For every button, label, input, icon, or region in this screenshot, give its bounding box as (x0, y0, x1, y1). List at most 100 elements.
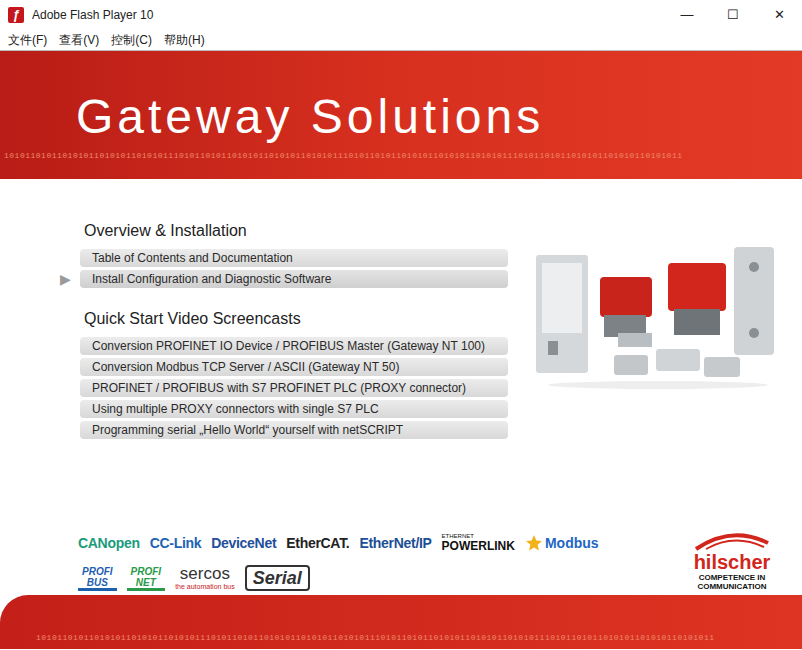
marker-slot (60, 379, 80, 397)
protocol-logo: EtherNet/IP (359, 533, 431, 553)
protocol-logo: CANopen (78, 533, 140, 553)
binary-strip: 1010110101101010110101011010101110101101… (0, 633, 802, 649)
menu-row: Using multiple PROXY connectors with sin… (60, 400, 508, 418)
menu-row: PROFINET / PROFIBUS with S7 PROFINET PLC… (60, 379, 508, 397)
logo-color: Modbus (525, 533, 599, 553)
window-controls: —☐✕ (664, 0, 802, 30)
menu-row: Conversion Modbus TCP Server / ASCII (Ga… (60, 358, 508, 376)
logo-color: CC-Link (150, 533, 202, 553)
logo-color: EtherCAT. (286, 533, 349, 553)
brand-name: hilscher (694, 551, 771, 573)
logo-text: CANopen (78, 533, 140, 553)
logo-row: CANopen CC-Link DeviceNet EtherCAT. EtherNet… (78, 533, 599, 553)
logo-text: PROFI (131, 566, 162, 577)
menu-row: Conversion PROFINET IO Device / PROFIBUS… (60, 337, 508, 355)
protocol-logo: EtherCAT. (286, 533, 349, 553)
logo-text: sercos (180, 565, 230, 583)
logo-text: NET (136, 577, 156, 588)
minimize-button[interactable]: — (664, 0, 710, 30)
window-title: Adobe Flash Player 10 (32, 6, 153, 24)
menu-item-button[interactable]: Conversion Modbus TCP Server / ASCII (Ga… (80, 358, 508, 376)
menu-item-button[interactable]: Programming serial „Hello World“ yoursel… (80, 421, 508, 439)
menu-bar: 文件(F)查看(V)控制(C)帮助(H) (0, 30, 802, 51)
footer-band: 1010110101101010110101011010101110101101… (0, 595, 802, 649)
protocol-logo: CC-Link (150, 533, 202, 553)
logo-text: Modbus (545, 533, 599, 553)
menu-item[interactable]: 文件(F) (2, 31, 53, 49)
marker-slot (60, 400, 80, 418)
hilscher-logo: hilscherCOMPETENCE INCOMMUNICATION (692, 531, 772, 591)
header-title: Gateway Solutions (0, 51, 802, 143)
content-body: Overview & InstallationTable of Contents… (0, 179, 802, 595)
logo-text: the automation bus (175, 583, 235, 591)
logo-text: DeviceNet (211, 533, 276, 553)
menu-item-button[interactable]: Install Configuration and Diagnostic Sof… (80, 270, 508, 288)
menu-panel: Overview & InstallationTable of Contents… (0, 221, 508, 439)
marker-slot (60, 337, 80, 355)
menu-item-label: Conversion PROFINET IO Device / PROFIBUS… (92, 338, 485, 354)
menu-item[interactable]: 查看(V) (53, 31, 105, 49)
logo-text: Serial (253, 567, 302, 589)
marker-slot (60, 421, 80, 439)
gateway-devices-icon (528, 237, 780, 391)
logo-color: PROFIBUS (78, 566, 117, 591)
marker-slot (60, 358, 80, 376)
logo-text: EtherNet/IP (359, 533, 431, 553)
menu-item-button[interactable]: Table of Contents and Documentation (80, 249, 508, 267)
logo-text: BUS (87, 577, 108, 588)
logo-color: sercosthe automation bus (175, 565, 235, 591)
logo-color: CANopen (78, 533, 140, 553)
menu-item-label: Table of Contents and Documentation (92, 250, 293, 266)
title-bar: ƒ Adobe Flash Player 10 —☐✕ (0, 0, 802, 30)
logo-text: CC-Link (150, 533, 202, 553)
logo-text: PROFI (82, 566, 113, 577)
logo-color: Serial (245, 565, 310, 591)
logo-color: DeviceNet (211, 533, 276, 553)
selection-arrow-icon: ▶ (60, 270, 71, 288)
logo-area: CANopen CC-Link DeviceNet EtherCAT. EtherNet… (0, 531, 802, 595)
logo-row: PROFIBUSPROFINETsercosthe automation bus… (78, 565, 599, 591)
menu-item-button[interactable]: Using multiple PROXY connectors with sin… (80, 400, 508, 418)
close-button[interactable]: ✕ (756, 0, 802, 30)
swoosh-icon (692, 531, 772, 551)
menu-item[interactable]: 帮助(H) (158, 31, 211, 49)
protocol-logo: ETHERNETPOWERLINK (442, 533, 515, 553)
logo-color: PROFINET (127, 566, 166, 591)
flash-icon: ƒ (8, 7, 24, 23)
section-heading: Quick Start Video Screencasts (60, 309, 508, 329)
protocol-logo: sercosthe automation bus (175, 565, 235, 591)
logo-color: ETHERNETPOWERLINK (442, 533, 515, 553)
header-banner: Gateway Solutions 10101101011010101101010… (0, 51, 802, 179)
menu-row: Programming serial „Hello World“ yoursel… (60, 421, 508, 439)
menu-item-label: Using multiple PROXY connectors with sin… (92, 401, 379, 417)
star-icon (525, 534, 543, 552)
content-top: Overview & InstallationTable of Contents… (0, 179, 802, 439)
section-list: Table of Contents and Documentation ▶ Inst… (60, 249, 508, 288)
menu-item-button[interactable]: PROFINET / PROFIBUS with S7 PROFINET PLC… (80, 379, 508, 397)
binary-strip: 1010110101101010110101011010101110101101… (0, 151, 802, 161)
protocol-logo: Modbus (525, 533, 599, 553)
marker-slot (60, 249, 80, 267)
menu-item-label: PROFINET / PROFIBUS with S7 PROFINET PLC… (92, 380, 466, 396)
protocol-logos: CANopen CC-Link DeviceNet EtherCAT. EtherNet… (0, 533, 599, 591)
menu-row: Table of Contents and Documentation (60, 249, 508, 267)
menu-item-button[interactable]: Conversion PROFINET IO Device / PROFIBUS… (80, 337, 508, 355)
logo-text: ETHERNET (442, 533, 515, 540)
logo-text: EtherCAT. (286, 533, 349, 553)
brand-tagline: COMPETENCE IN (699, 573, 766, 582)
marker-slot: ▶ (60, 270, 80, 288)
product-photo (528, 237, 780, 391)
section-list: Conversion PROFINET IO Device / PROFIBUS… (60, 337, 508, 439)
brand-tagline: COMMUNICATION (697, 582, 766, 591)
logo-text: POWERLINK (442, 540, 515, 553)
menu-row: ▶ Install Configuration and Diagnostic So… (60, 270, 508, 288)
logo-color: EtherNet/IP (359, 533, 431, 553)
menu-item-label: Programming serial „Hello World“ yoursel… (92, 422, 403, 438)
protocol-logo: PROFIBUS (78, 566, 117, 591)
protocol-logo: Serial (245, 565, 310, 591)
menu-item[interactable]: 控制(C) (105, 31, 158, 49)
maximize-button[interactable]: ☐ (710, 0, 756, 30)
menu-item-label: Install Configuration and Diagnostic Sof… (92, 271, 331, 287)
menu-item-label: Conversion Modbus TCP Server / ASCII (Ga… (92, 359, 399, 375)
protocol-logo: PROFINET (127, 566, 166, 591)
